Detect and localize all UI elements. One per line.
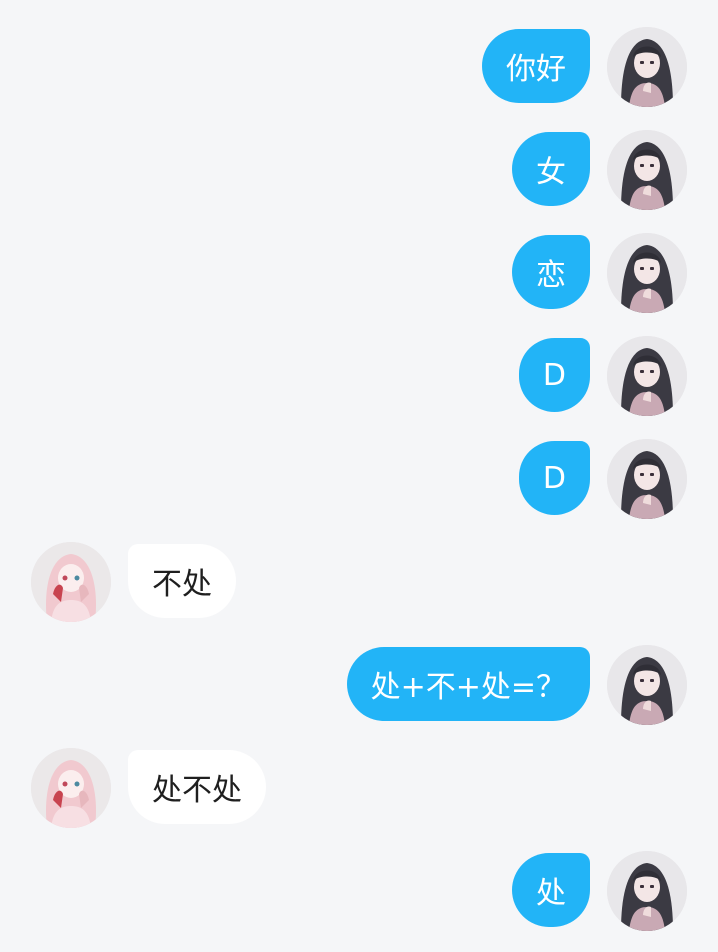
self-avatar[interactable] (607, 233, 687, 313)
avatar-image (31, 542, 111, 622)
message-bubble-received[interactable]: 不处 (128, 544, 236, 618)
contact-avatar[interactable] (31, 542, 111, 622)
message-row: 女 (0, 130, 718, 210)
message-bubble-sent[interactable]: 处 (512, 853, 590, 927)
avatar-image (607, 336, 687, 416)
self-avatar[interactable] (607, 645, 687, 725)
message-row: 恋 (0, 233, 718, 313)
message-bubble-sent[interactable]: 你好 (482, 29, 590, 103)
avatar-image (607, 851, 687, 931)
message-row: 处 (0, 851, 718, 931)
self-avatar[interactable] (607, 130, 687, 210)
avatar-image (607, 130, 687, 210)
message-bubble-sent[interactable]: 处+不+处=？ (346, 647, 590, 721)
avatar-image (31, 748, 111, 828)
message-bubble-received[interactable]: 处不处 (128, 750, 266, 824)
message-bubble-sent[interactable]: D (518, 338, 590, 412)
message-row: D (0, 336, 718, 416)
message-row: 处+不+处=？ (0, 645, 718, 725)
avatar-image (607, 233, 687, 313)
chat-area[interactable]: 你好 女 恋 D D 不处 处+不+处=？ 处不处 处 (0, 0, 718, 952)
message-row: D (0, 439, 718, 519)
self-avatar[interactable] (607, 439, 687, 519)
avatar-image (607, 439, 687, 519)
avatar-image (607, 645, 687, 725)
message-row: 你好 (0, 27, 718, 107)
avatar-image (607, 27, 687, 107)
self-avatar[interactable] (607, 336, 687, 416)
self-avatar[interactable] (607, 851, 687, 931)
message-row: 处不处 (0, 748, 718, 828)
message-bubble-sent[interactable]: 恋 (512, 235, 590, 309)
contact-avatar[interactable] (31, 748, 111, 828)
self-avatar[interactable] (607, 27, 687, 107)
message-row: 不处 (0, 542, 718, 622)
message-bubble-sent[interactable]: 女 (512, 132, 590, 206)
message-bubble-sent[interactable]: D (518, 441, 590, 515)
